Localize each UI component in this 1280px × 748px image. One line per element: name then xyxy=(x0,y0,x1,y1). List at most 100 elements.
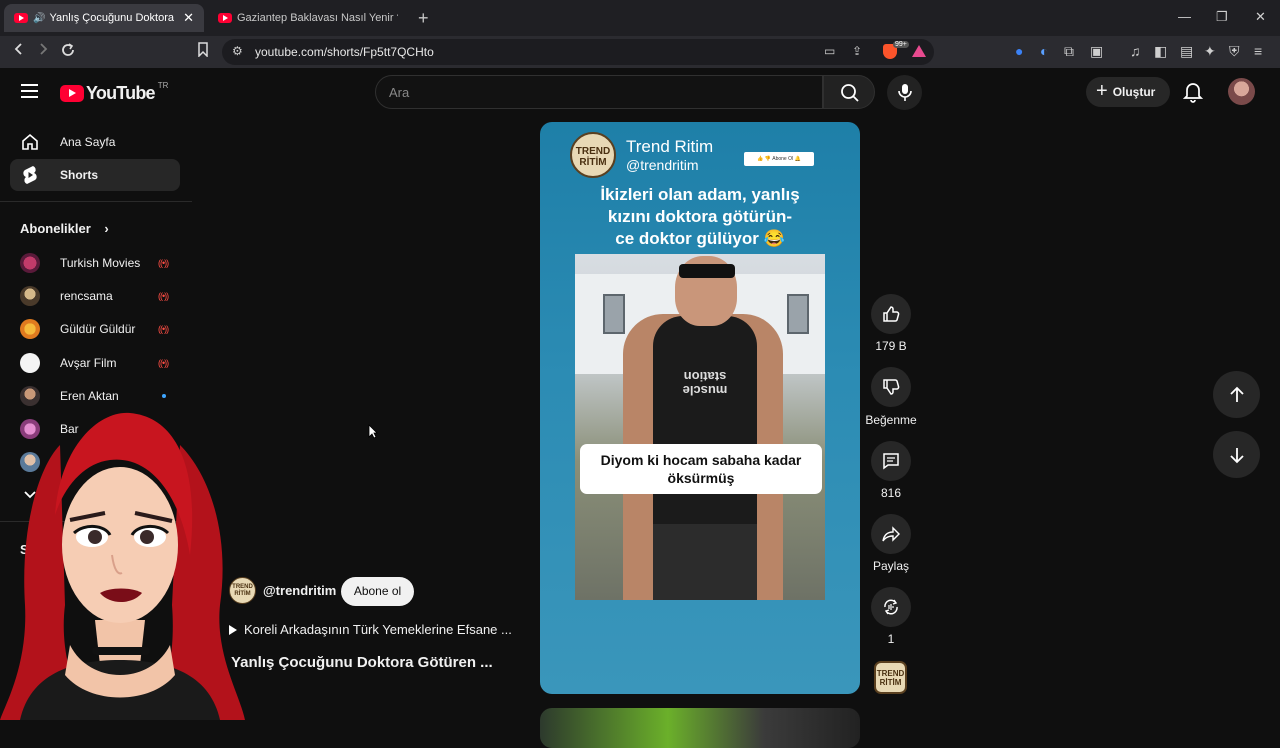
next-short-preview[interactable] xyxy=(540,708,860,748)
video-channel-title: Trend Ritim xyxy=(626,137,714,156)
youtube-favicon-icon xyxy=(218,13,232,23)
youtube-play-icon xyxy=(60,85,84,102)
minimize-icon[interactable]: — xyxy=(1178,9,1191,24)
close-tab-icon[interactable]: ✕ xyxy=(183,10,194,26)
comment-icon xyxy=(883,453,899,470)
sunglasses xyxy=(679,264,735,278)
tab-inactive[interactable]: Gaziantep Baklavası Nasıl Yenir ? - Ke xyxy=(208,4,408,32)
subscription-item[interactable]: rencsama xyxy=(20,285,113,307)
close-window-icon[interactable]: ✕ xyxy=(1255,9,1266,25)
leo-ai-icon[interactable]: ✦ xyxy=(1204,43,1216,60)
shorts-video-player[interactable]: TREND RİTİM Trend Ritim @trendritim 👍 👎 … xyxy=(540,122,860,694)
extension-icon[interactable]: ● xyxy=(1015,43,1023,59)
short-title[interactable]: Yanlış Çocuğunu Doktora Götüren ... xyxy=(231,654,493,671)
subscription-item[interactable]: Güldür Güldür xyxy=(20,318,135,340)
next-short-button[interactable] xyxy=(1213,431,1260,478)
video-caption: Diyom ki hocam sabaha kadar öksürmüş xyxy=(580,444,822,494)
search-button[interactable] xyxy=(823,75,875,109)
search-box[interactable] xyxy=(375,75,823,109)
speaker-icon[interactable]: 🔊 xyxy=(33,13,45,24)
arrow-up-icon xyxy=(1229,386,1244,402)
create-button[interactable]: + Oluştur xyxy=(1086,77,1170,107)
brave-rewards-icon[interactable] xyxy=(912,45,926,57)
youtube-logo[interactable]: YouTube TR xyxy=(60,81,168,104)
address-toolbar: ⚙ youtube.com/shorts/Fp5tt7QCHto ▭ ⇪ xyxy=(0,36,1280,68)
comments-button[interactable] xyxy=(871,441,911,481)
share-button[interactable] xyxy=(871,514,911,554)
tab-title: Gaziantep Baklavası Nasıl Yenir ? - Ke xyxy=(237,12,398,24)
subscribe-graphic: 👍 👎 Abone Ol 🔔 xyxy=(744,152,814,166)
menu-icon[interactable]: ≡ xyxy=(1254,43,1262,59)
address-bar[interactable]: ⚙ youtube.com/shorts/Fp5tt7QCHto ▭ ⇪ xyxy=(222,39,934,65)
cast-icon[interactable]: ▭ xyxy=(824,44,835,58)
like-button[interactable] xyxy=(871,294,911,334)
site-settings-icon[interactable]: ⚙ xyxy=(232,44,243,58)
title-line: ce doktor gülüyor 😂 xyxy=(615,229,785,248)
forward-icon[interactable] xyxy=(36,42,50,61)
logo-line: TREND xyxy=(876,669,905,678)
logo-line: RİTİM xyxy=(879,678,902,687)
back-icon[interactable] xyxy=(12,42,26,61)
sidebar-item-home[interactable]: Ana Sayfa xyxy=(10,126,180,158)
sidebar-item-label: Ana Sayfa xyxy=(60,135,116,149)
new-content-dot-icon xyxy=(162,394,166,398)
subscription-item[interactable]: Avşar Film xyxy=(20,352,116,374)
subscribe-button[interactable]: Abone ol xyxy=(341,577,414,606)
sidebar-toggle-icon[interactable]: ◧ xyxy=(1154,43,1167,60)
channel-avatar xyxy=(20,353,40,373)
search-icon xyxy=(841,84,859,102)
tab-active[interactable]: 🔊 Yanlış Çocuğunu Doktora Gö ✕ xyxy=(4,4,204,32)
video-frame: muscle station xyxy=(575,254,825,600)
microphone-icon xyxy=(898,84,912,101)
chevron-right-icon: › xyxy=(104,221,109,236)
channel-avatar xyxy=(20,319,40,339)
previous-short-button[interactable] xyxy=(1213,371,1260,418)
plus-icon: + xyxy=(1096,79,1108,102)
create-label: Oluştur xyxy=(1112,85,1156,99)
thumbs-down-icon xyxy=(883,379,900,395)
live-indicator-icon: ((•)) xyxy=(158,358,169,368)
guide-menu-icon[interactable] xyxy=(21,84,38,98)
search-input[interactable] xyxy=(389,85,789,100)
channel-handle[interactable]: @trendritim xyxy=(263,583,336,598)
caption-line: Diyom ki hocam sabaha kadar xyxy=(600,452,802,468)
sidebar-item-label: Shorts xyxy=(60,168,99,182)
voice-search-button[interactable] xyxy=(887,75,922,110)
dislike-button[interactable] xyxy=(871,367,911,407)
remix-button[interactable] xyxy=(871,587,911,627)
share-page-icon[interactable]: ⇪ xyxy=(852,44,862,58)
extensions-puzzle-icon[interactable]: ⧉ xyxy=(1064,43,1074,60)
music-icon[interactable]: ♫ xyxy=(1130,43,1141,59)
browser-tab-bar: 🔊 Yanlış Çocuğunu Doktora Gö ✕ Gaziantep… xyxy=(0,0,1280,36)
shirt-print: muscle station xyxy=(672,369,738,398)
channel-name: Eren Aktan xyxy=(60,389,119,403)
subscription-item[interactable]: Turkish Movies xyxy=(20,252,140,274)
vpn-icon[interactable]: ⛨ xyxy=(1229,43,1240,60)
channel-name: rencsama xyxy=(60,289,113,303)
live-indicator-icon: ((•)) xyxy=(158,324,169,334)
channel-name: Güldür Güldür xyxy=(60,322,136,336)
video-overlay-title: İkizleri olan adam, yanlış kızını doktor… xyxy=(560,184,840,250)
sidebar-item-shorts[interactable]: Shorts xyxy=(10,159,180,191)
extension-icon[interactable]: ◐ xyxy=(1040,43,1048,59)
suggested-video-link[interactable]: Koreli Arkadaşının Türk Yemeklerine Efsa… xyxy=(229,622,512,637)
video-channel-handle: @trendritim xyxy=(626,157,699,173)
live-indicator-icon: ((•)) xyxy=(158,258,169,268)
channel-thumbnail-button[interactable]: TREND RİTİM xyxy=(874,661,907,694)
subscription-item[interactable]: Eren Aktan xyxy=(20,385,119,407)
mouse-cursor-icon xyxy=(368,424,378,439)
notifications-bell-icon[interactable] xyxy=(1183,81,1203,103)
logo-text: YouTube xyxy=(86,83,156,103)
bookmark-icon[interactable] xyxy=(197,42,209,62)
extension-icon[interactable]: ▣ xyxy=(1090,43,1103,60)
reload-icon[interactable] xyxy=(60,42,76,63)
restore-icon[interactable]: ❐ xyxy=(1216,9,1228,25)
channel-avatar xyxy=(20,386,40,406)
subscriptions-heading[interactable]: Abonelikler › xyxy=(20,221,109,236)
wallet-icon[interactable]: ▤ xyxy=(1180,43,1193,60)
new-tab-button[interactable]: + xyxy=(418,8,429,29)
shirt-print-line: station xyxy=(683,369,727,384)
account-avatar[interactable] xyxy=(1228,78,1255,105)
caption-line: öksürmüş xyxy=(667,470,735,486)
sidebar-divider xyxy=(0,201,192,202)
